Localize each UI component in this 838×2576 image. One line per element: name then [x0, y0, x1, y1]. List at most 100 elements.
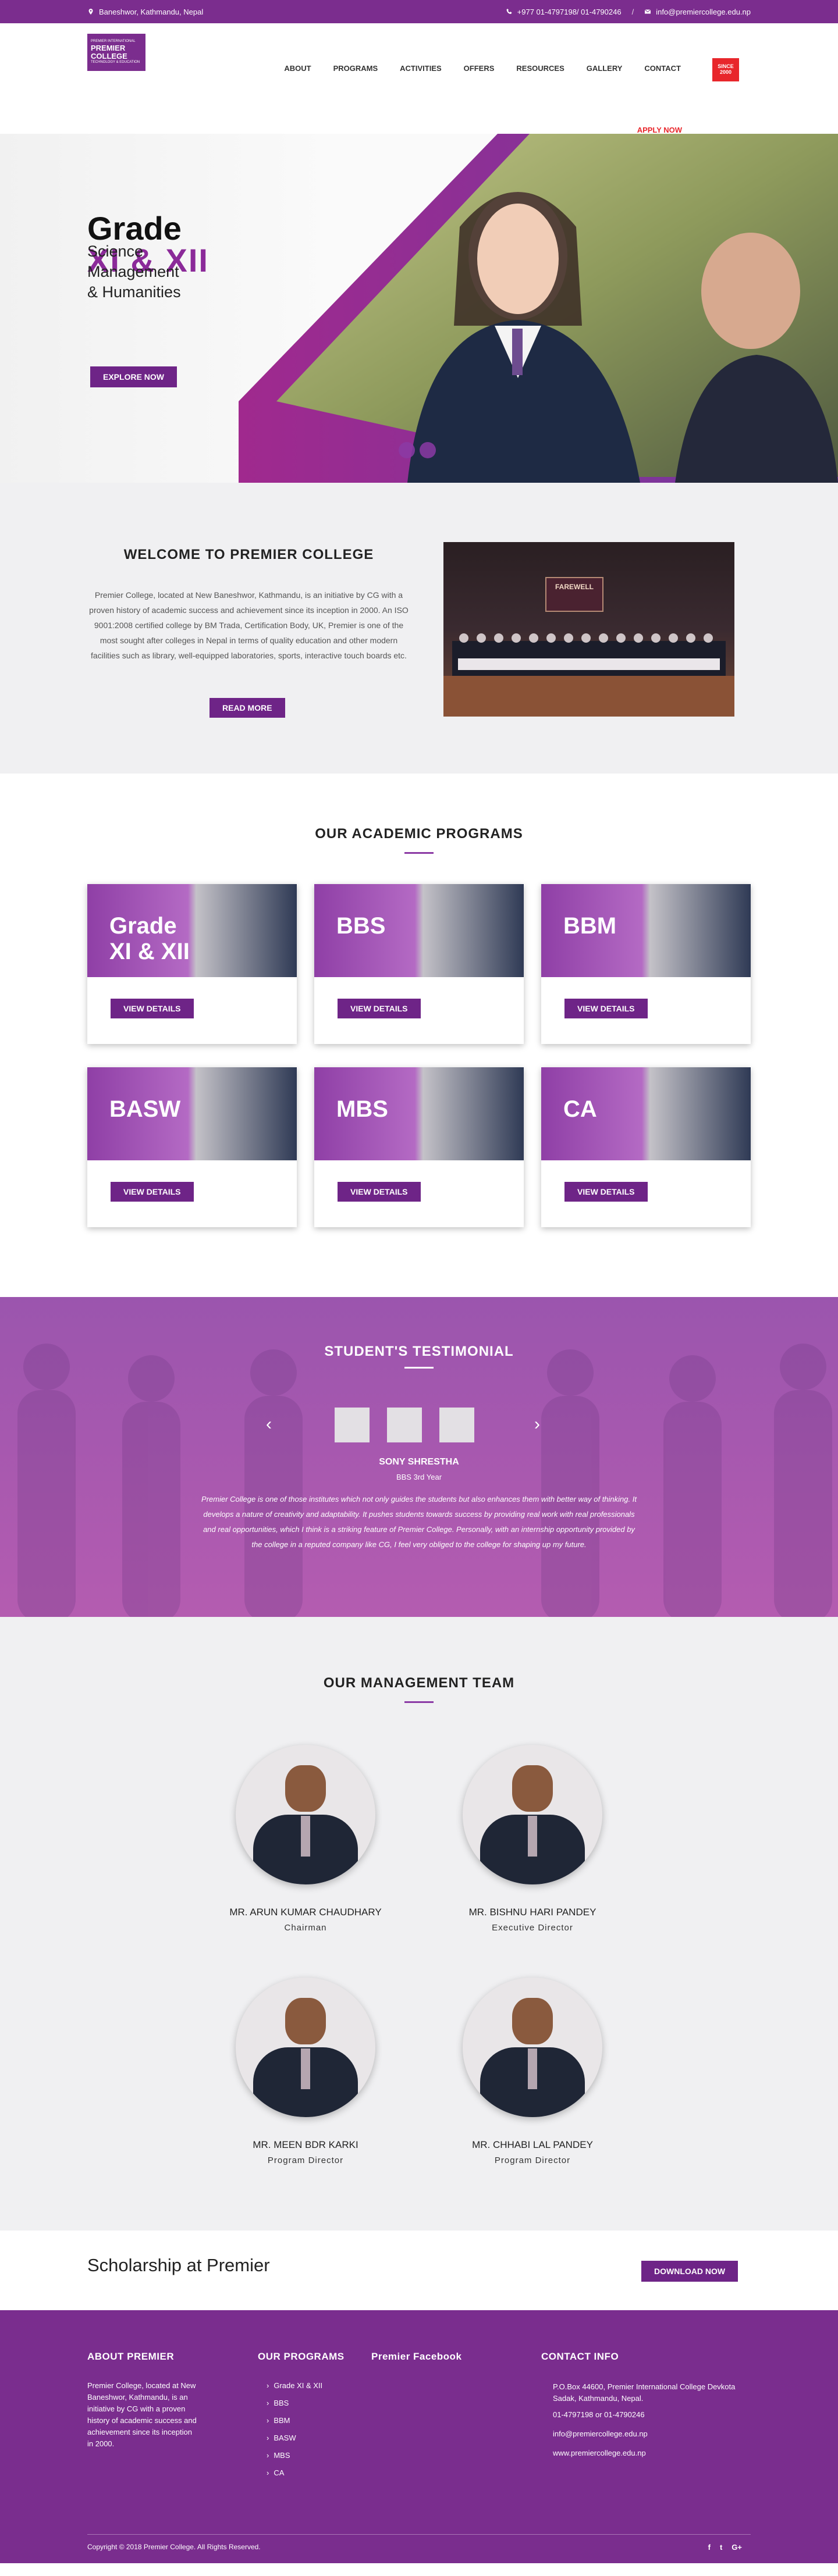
logo-line1: PREMIER	[91, 43, 126, 52]
apply-now-link[interactable]: APPLY NOW	[637, 126, 682, 134]
logo-line2: COLLEGE	[91, 52, 127, 60]
member-role: Executive Director	[492, 1923, 573, 1933]
footer-programs-list: Grade XI & XII BBS BBM BASW MBS CA	[267, 2377, 322, 2482]
welcome-heading: WELCOME TO PREMIER COLLEGE	[123, 547, 374, 562]
hero-graphic	[239, 134, 838, 483]
testimonial-section: STUDENT'S TESTIMONIAL ‹ › SONY SHRESTHA …	[0, 1297, 838, 1617]
social-links: f t G+	[708, 2543, 742, 2552]
hero-boy-face	[701, 233, 800, 349]
footer-program-link[interactable]: BBS	[267, 2395, 322, 2412]
hero-stream-humanities: & Humanities	[87, 283, 181, 301]
logo-tag: PREMIER INTERNATIONAL	[91, 39, 136, 43]
footer-facebook-heading: Premier Facebook	[371, 2351, 462, 2362]
testimonial-thumbnail[interactable]	[439, 1408, 474, 1442]
explore-now-button[interactable]: EXPLORE NOW	[90, 366, 177, 387]
heading-underline	[404, 1701, 434, 1703]
hero-student-tie	[512, 329, 523, 375]
site-footer: ABOUT PREMIER Premier College, located a…	[0, 2310, 838, 2563]
twitter-icon[interactable]: t	[720, 2543, 722, 2552]
facebook-icon[interactable]: f	[708, 2543, 711, 2552]
avatar	[463, 1978, 602, 2117]
footer-divider	[87, 2534, 751, 2535]
download-now-button[interactable]: DOWNLOAD NOW	[641, 2261, 738, 2282]
program-card-label: BBM	[563, 913, 617, 939]
nav-contact[interactable]: CONTACT	[644, 64, 681, 73]
management-section: OUR MANAGEMENT TEAM MR. ARUN KUMAR CHAUD…	[0, 1617, 838, 2231]
member-role: Chairman	[284, 1923, 327, 1933]
email-text[interactable]: info@premiercollege.edu.np	[656, 8, 751, 16]
view-details-button[interactable]: VIEW DETAILS	[111, 999, 194, 1018]
program-card[interactable]: BASW VIEW DETAILS	[87, 1067, 297, 1227]
avatar	[236, 1978, 375, 2117]
scholarship-bar: Scholarship at Premier DOWNLOAD NOW	[0, 2231, 838, 2310]
team-member: MR. MEEN BDR KARKI Program Director	[218, 1978, 393, 2165]
footer-contact-website[interactable]: www.premiercollege.edu.np	[553, 2447, 757, 2459]
view-details-button[interactable]: VIEW DETAILS	[564, 999, 648, 1018]
team-member: MR. ARUN KUMAR CHAUDHARY Chairman	[218, 1745, 393, 1933]
footer-program-link[interactable]: BASW	[267, 2429, 322, 2447]
program-card-image: BBM	[541, 884, 751, 977]
view-details-button[interactable]: VIEW DETAILS	[111, 1182, 194, 1202]
testimonial-thumbnails	[335, 1408, 474, 1442]
site-header: PREMIER INTERNATIONAL PREMIER COLLEGE TE…	[0, 23, 838, 134]
farewell-photo: FAREWELL	[443, 542, 734, 717]
phone-icon	[506, 9, 512, 14]
testimonial-quote: Premier College is one of those institut…	[201, 1495, 637, 1549]
footer-program-link[interactable]: BBM	[267, 2412, 322, 2429]
program-card-image: BBS	[314, 884, 524, 977]
nav-resources[interactable]: RESOURCES	[516, 64, 564, 73]
program-card-label: BBS	[336, 913, 386, 939]
program-card-image: CA	[541, 1067, 751, 1160]
view-details-button[interactable]: VIEW DETAILS	[338, 999, 421, 1018]
footer-contact-address: P.O.Box 44600, Premier International Col…	[553, 2382, 736, 2403]
mail-icon	[644, 9, 651, 14]
top-bar: Baneshwor, Kathmandu, Nepal +977 01-4797…	[0, 0, 838, 23]
logo-brand: PREMIER COLLEGE	[91, 44, 142, 61]
nav-programs[interactable]: PROGRAMS	[333, 64, 378, 73]
nav-activities[interactable]: ACTIVITIES	[400, 64, 442, 73]
nav-gallery[interactable]: GALLERY	[587, 64, 623, 73]
heading-underline	[404, 1367, 434, 1369]
copyright-text: Copyright © 2018 Premier College. All Ri…	[87, 2543, 261, 2551]
testimonial-thumbnail[interactable]	[335, 1408, 370, 1442]
since-2000-badge: SINCE 2000	[712, 58, 739, 81]
program-card[interactable]: CA VIEW DETAILS	[541, 1067, 751, 1227]
team-member: MR. BISHNU HARI PANDEY Executive Directo…	[445, 1745, 620, 1933]
college-logo[interactable]: PREMIER INTERNATIONAL PREMIER COLLEGE TE…	[87, 34, 145, 71]
footer-about-heading: ABOUT PREMIER	[87, 2351, 175, 2362]
program-card[interactable]: BBS VIEW DETAILS	[314, 884, 524, 1044]
program-card-label: CA	[563, 1096, 597, 1122]
footer-program-link[interactable]: Grade XI & XII	[267, 2377, 322, 2395]
chevron-left-icon[interactable]: ‹	[266, 1415, 272, 1434]
hero-banner: Grade XI & XII Science Management & Huma…	[0, 134, 838, 483]
programs-heading: OUR ACADEMIC PROGRAMS	[315, 826, 523, 842]
footer-program-link[interactable]: MBS	[267, 2447, 322, 2464]
view-details-button[interactable]: VIEW DETAILS	[564, 1182, 648, 1202]
avatar	[463, 1745, 602, 1884]
slider-dot[interactable]	[399, 442, 415, 458]
program-card[interactable]: Grade XI & XII VIEW DETAILS	[87, 884, 297, 1044]
footer-program-link[interactable]: CA	[267, 2464, 322, 2482]
phone-text[interactable]: +977 01-4797198/ 01-4790246	[517, 8, 622, 16]
hero-slider-dots	[399, 442, 436, 458]
nav-about[interactable]: ABOUT	[284, 64, 311, 73]
program-card[interactable]: MBS VIEW DETAILS	[314, 1067, 524, 1227]
stage-floor	[443, 676, 734, 717]
read-more-button[interactable]: READ MORE	[210, 698, 285, 718]
program-card[interactable]: BBM VIEW DETAILS	[541, 884, 751, 1044]
footer-contact-phone[interactable]: 01-4797198 or 01-4790246	[553, 2409, 757, 2421]
nav-offers[interactable]: OFFERS	[464, 64, 495, 73]
program-card-label: Grade XI & XII	[109, 913, 190, 964]
view-details-button[interactable]: VIEW DETAILS	[338, 1182, 421, 1202]
member-name: MR. ARUN KUMAR CHAUDHARY	[229, 1907, 382, 1918]
avatar	[236, 1745, 375, 1884]
testimonial-heading: STUDENT'S TESTIMONIAL	[324, 1344, 514, 1359]
testimonial-thumbnail[interactable]	[387, 1408, 422, 1442]
location-pin-icon	[88, 9, 93, 15]
program-card-label: MBS	[336, 1096, 388, 1122]
chevron-right-icon[interactable]: ›	[534, 1415, 540, 1434]
topbar-separator: /	[631, 7, 634, 16]
google-plus-icon[interactable]: G+	[732, 2543, 742, 2552]
slider-dot[interactable]	[420, 442, 436, 458]
footer-contact-email[interactable]: info@premiercollege.edu.np	[553, 2428, 757, 2440]
